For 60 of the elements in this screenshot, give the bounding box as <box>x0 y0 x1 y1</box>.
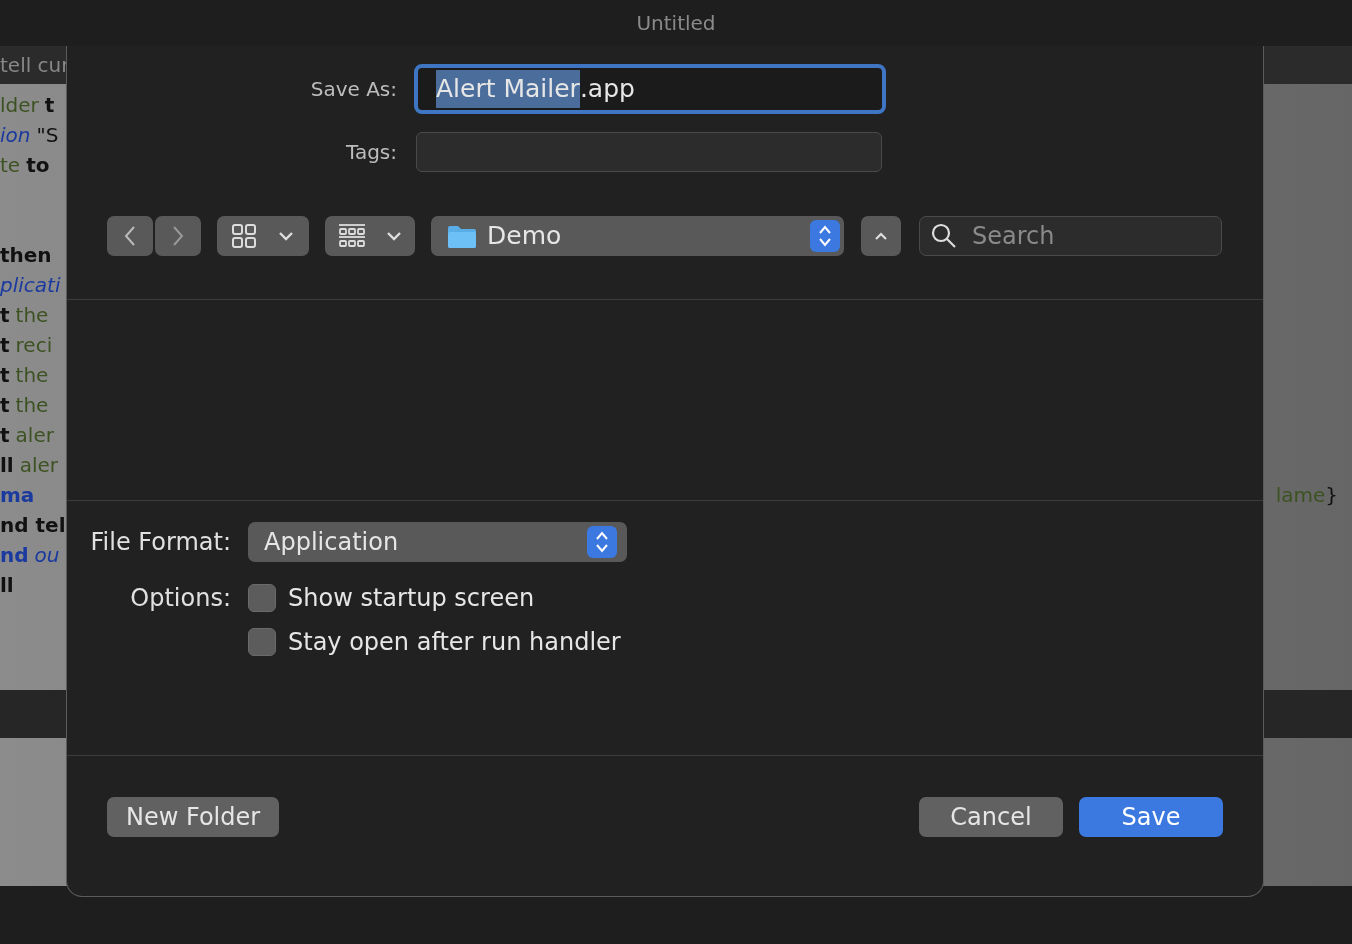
back-button[interactable] <box>107 216 153 256</box>
selected-text: Alert Mailer <box>436 70 580 108</box>
code-token: t <box>0 362 10 389</box>
code-token: the <box>15 392 49 419</box>
code-token: nd tel <box>0 512 66 539</box>
field-label: File Format: <box>89 527 232 558</box>
code-token: t <box>44 92 55 119</box>
chevron-down-icon <box>278 231 294 241</box>
code-token: t <box>0 302 10 329</box>
cancel-button[interactable]: Cancel <box>919 797 1063 837</box>
code-token: then <box>0 242 52 269</box>
updown-icon <box>595 530 609 554</box>
code-token: nd <box>0 542 29 569</box>
field-label: Options: <box>129 583 232 614</box>
up-button[interactable] <box>861 216 901 256</box>
code-token: ma <box>0 482 35 509</box>
search-field[interactable]: Search <box>919 216 1222 256</box>
code-token: te <box>0 152 21 179</box>
code-token: plicati <box>0 272 61 299</box>
code-token: "S <box>36 122 59 149</box>
code-token: lder <box>0 92 39 119</box>
code-token: lame <box>1275 482 1326 509</box>
updown-icon <box>818 224 832 248</box>
checkbox[interactable] <box>248 628 276 656</box>
chevron-right-icon <box>172 225 184 247</box>
folder-icon <box>447 224 477 248</box>
code-token: t <box>0 392 10 419</box>
checkbox-label: Stay open after run handler <box>288 627 621 658</box>
file-format-popup[interactable]: Application <box>248 522 627 562</box>
code-token: ou <box>34 542 60 569</box>
code-token: ll <box>0 572 14 599</box>
grid-icon <box>232 224 256 248</box>
chevron-up-icon <box>874 231 888 241</box>
code-token: to <box>26 152 50 179</box>
code-token: the <box>15 362 49 389</box>
code-token: aler <box>15 422 54 449</box>
field-label: Save As: <box>309 76 398 103</box>
window-title: Untitled <box>636 10 716 37</box>
group-button[interactable] <box>325 216 415 256</box>
code-token: ion <box>0 122 31 149</box>
code-token: } <box>1325 482 1338 509</box>
code-token: aler <box>19 452 59 479</box>
code-token: t <box>0 422 10 449</box>
forward-button[interactable] <box>155 216 201 256</box>
search-icon <box>931 223 957 249</box>
code-token: t <box>0 332 10 359</box>
new-folder-button[interactable]: New Folder <box>107 797 280 837</box>
chevron-down-icon <box>386 231 402 241</box>
view-button[interactable] <box>217 216 309 256</box>
checkbox-label: Show startup screen <box>288 583 535 614</box>
checkbox[interactable] <box>248 584 276 612</box>
field-label: Tags: <box>345 139 398 166</box>
tags-field[interactable] <box>416 132 882 172</box>
code-token: ll <box>0 452 14 479</box>
code-token: reci <box>15 332 53 359</box>
save-button[interactable]: Save <box>1079 797 1223 837</box>
location-popup[interactable]: Demo <box>431 216 844 256</box>
chevron-left-icon <box>124 225 136 247</box>
group-icon <box>338 223 366 249</box>
code-token: the <box>15 302 49 329</box>
